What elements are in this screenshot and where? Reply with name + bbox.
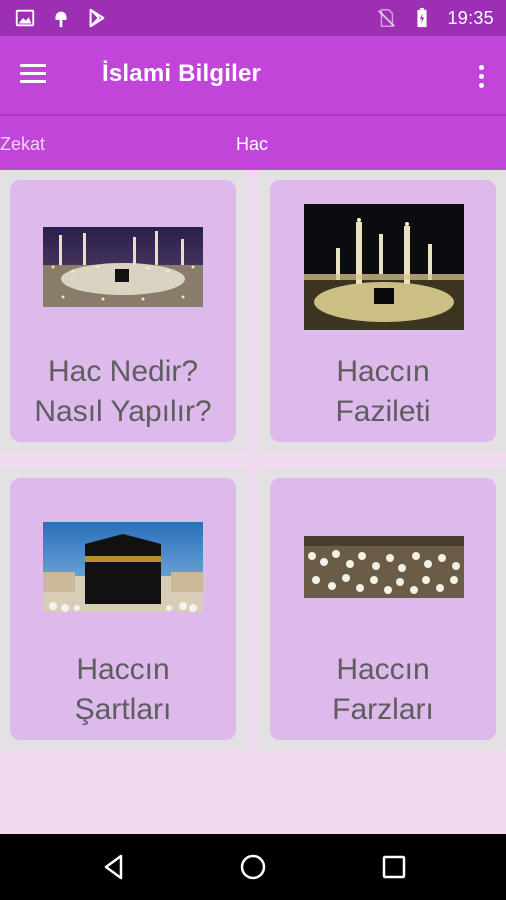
- topics-grid: Hac Nedir? Nasıl Yapılır? Haccın Fazilet…: [0, 170, 506, 834]
- card-title: Haccın Fazileti: [270, 352, 496, 432]
- topic-card-haccin-farzlari[interactable]: Haccın Farzları: [270, 478, 496, 740]
- kaaba-night-panorama-photo: [43, 227, 203, 307]
- card-title-line2: Nasıl Yapılır?: [34, 395, 212, 428]
- card-title: Haccın Farzları: [270, 650, 496, 730]
- topic-card-hac-nedir[interactable]: Hac Nedir? Nasıl Yapılır?: [10, 180, 236, 442]
- back-icon[interactable]: [99, 852, 129, 882]
- card-title-line1: Haccın: [336, 355, 430, 388]
- card-title-line2: Şartları: [74, 693, 172, 726]
- tab-bar: Zekat Hac: [0, 114, 506, 170]
- card-title: Haccın Şartları: [10, 650, 236, 730]
- card-title-line1: Hac Nedir?: [47, 355, 199, 388]
- more-vertical-icon[interactable]: [470, 58, 492, 94]
- masjid-al-haram-minarets-night-photo: [304, 204, 464, 330]
- app-title: İslami Bilgiler: [102, 60, 262, 87]
- system-nav-bar: [0, 834, 506, 900]
- card-title-line2: Fazileti: [335, 395, 431, 428]
- topic-card-haccin-fazileti[interactable]: Haccın Fazileti: [270, 180, 496, 442]
- topic-card-haccin-sartlari[interactable]: Haccın Şartları: [10, 478, 236, 740]
- play-store-icon: [89, 8, 105, 28]
- card-title-line1: Haccın: [76, 653, 170, 686]
- status-bar: 19:35: [0, 0, 506, 36]
- app-bar: İslami Bilgiler: [0, 36, 506, 114]
- image-icon: [15, 9, 35, 27]
- recents-icon[interactable]: [379, 852, 409, 882]
- clock: 19:35: [447, 7, 494, 28]
- tab-hac[interactable]: Hac: [236, 134, 268, 155]
- card-title-line2: Farzları: [332, 693, 434, 726]
- android-icon: [55, 11, 67, 28]
- tab-zekat[interactable]: Zekat: [0, 134, 45, 155]
- card-title: Hac Nedir? Nasıl Yapılır?: [10, 352, 236, 432]
- card-title-line1: Haccın: [336, 653, 430, 686]
- home-icon[interactable]: [238, 852, 268, 882]
- no-sim-icon: [378, 9, 396, 27]
- hamburger-menu-icon[interactable]: [20, 59, 60, 91]
- kaaba-daylight-photo: [43, 522, 203, 612]
- pilgrims-crowd-photo: [304, 536, 464, 598]
- battery-charging-icon: [417, 7, 428, 28]
